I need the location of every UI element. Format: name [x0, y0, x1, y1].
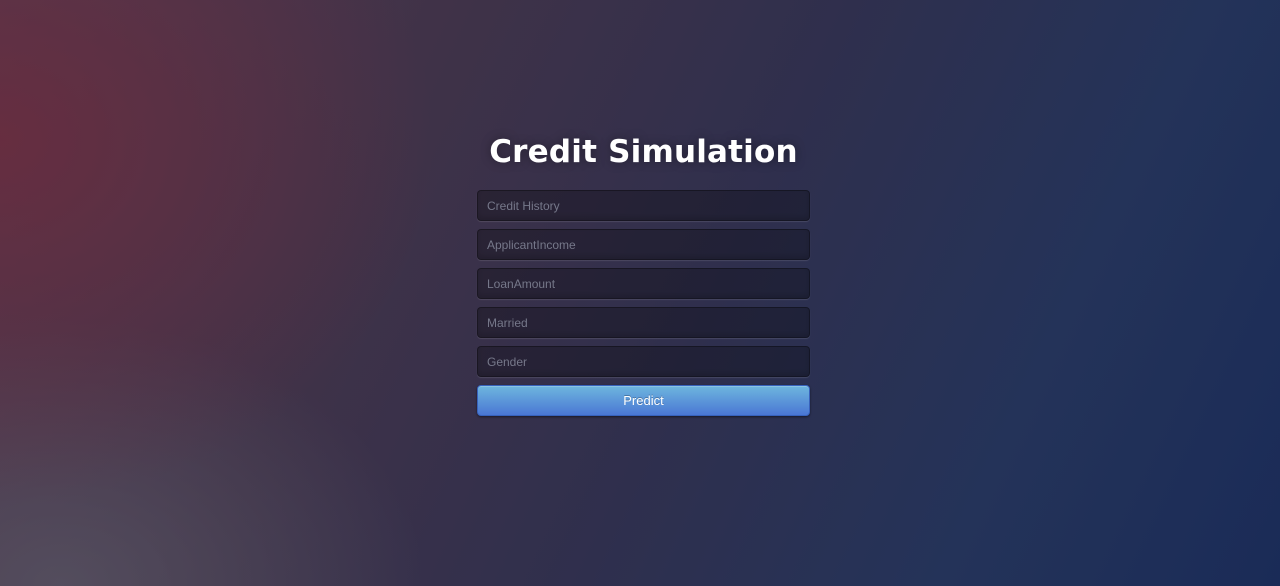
gender-input[interactable] — [477, 346, 810, 377]
credit-history-input[interactable] — [477, 190, 810, 221]
page-background: Credit Simulation Predict — [0, 0, 1280, 586]
page-title: Credit Simulation — [489, 134, 798, 170]
loan-amount-input[interactable] — [477, 268, 810, 299]
credit-form-panel: Credit Simulation Predict — [477, 130, 810, 416]
credit-simulation-form: Predict — [477, 190, 810, 416]
predict-button[interactable]: Predict — [477, 385, 810, 416]
married-input[interactable] — [477, 307, 810, 338]
applicant-income-input[interactable] — [477, 229, 810, 260]
